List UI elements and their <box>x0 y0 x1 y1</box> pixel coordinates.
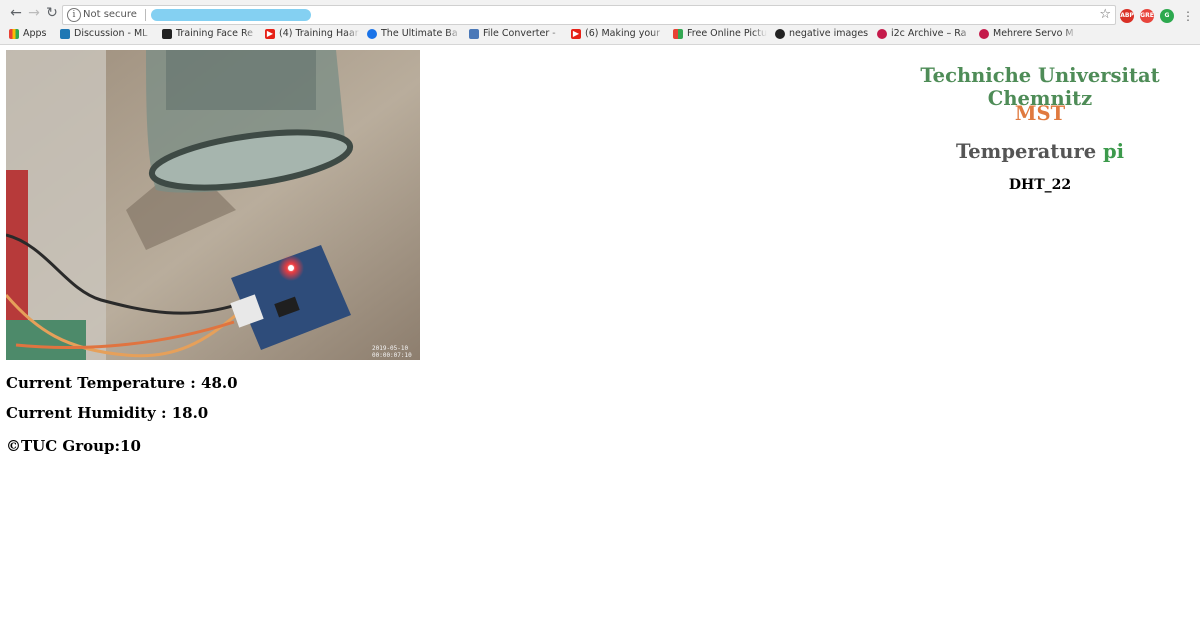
youtube-icon: ▶ <box>265 28 275 39</box>
info-icon[interactable]: i <box>67 8 81 22</box>
adblock-icon[interactable]: ABP <box>1120 9 1134 23</box>
bookmark-item[interactable]: ▶ (4) Training Haar <box>265 26 360 42</box>
camera-feed-image: 2019-05-10 00:00:07:10 <box>6 50 420 360</box>
current-temperature: Current Temperature : 48.0 <box>6 374 238 392</box>
grammarly-icon[interactable]: G <box>1160 9 1174 23</box>
document-icon <box>162 28 172 39</box>
bookmark-item[interactable]: i2c Archive – Ra <box>877 26 973 42</box>
grid-image-icon <box>673 28 683 39</box>
extension-icon[interactable]: GRE <box>1140 9 1154 23</box>
current-humidity: Current Humidity : 18.0 <box>6 404 209 422</box>
bookmark-item[interactable]: The Ultimate Ba <box>367 26 461 42</box>
department-title: MST <box>1014 102 1066 125</box>
bookmark-item[interactable]: negative images <box>775 26 873 42</box>
project-title: Temperature pi <box>880 140 1200 163</box>
youtube-icon: ▶ <box>571 28 581 39</box>
apps-grid-icon <box>9 28 19 39</box>
browser-chrome: ← → ↻ i Not secure ☆ ABP GRE G ⋮ Apps Di… <box>0 0 1200 45</box>
project-title-suffix: pi <box>1102 140 1124 163</box>
bookmark-item[interactable]: Apps <box>9 26 55 42</box>
url-separator <box>145 9 146 21</box>
reload-icon[interactable]: ↻ <box>44 5 60 21</box>
project-title-prefix: Temperature <box>956 140 1097 163</box>
sensor-title: DHT_22 <box>1008 177 1072 193</box>
github-icon <box>775 28 785 39</box>
redacted-url <box>151 9 311 21</box>
raspberry-icon <box>877 28 887 39</box>
footer-copyright: ©TUC Group:10 <box>6 437 141 455</box>
forward-icon[interactable]: → <box>26 5 42 21</box>
bookmark-item[interactable]: ▶ (6) Making your <box>571 26 665 42</box>
globe-icon <box>367 28 377 39</box>
bookmarks-bar: Apps Discussion - ML Training Face Re ▶(… <box>0 26 1200 42</box>
kaggle-icon <box>60 28 70 39</box>
bookmark-item[interactable]: Mehrere Servo M <box>979 26 1077 42</box>
bookmark-item[interactable]: Discussion - ML <box>60 26 154 42</box>
browser-menu-icon[interactable]: ⋮ <box>1182 8 1194 24</box>
bookmark-item[interactable]: Training Face Re <box>162 26 258 42</box>
bookmark-item[interactable]: File Converter - <box>469 26 563 42</box>
camera-timestamp-time: 00:00:07:10 <box>372 352 412 359</box>
camera-timestamp-date: 2019-05-10 <box>372 345 409 352</box>
file-converter-icon <box>469 28 479 39</box>
raspberry-icon <box>979 28 989 39</box>
security-label: Not secure <box>83 9 137 20</box>
back-icon[interactable]: ← <box>8 5 24 21</box>
bookmark-item[interactable]: Free Online Pictu <box>673 26 767 42</box>
address-bar[interactable]: i Not secure ☆ <box>62 5 1116 25</box>
bookmark-star-icon[interactable]: ☆ <box>1099 7 1111 23</box>
navigation-bar: ← → ↻ i Not secure ☆ ABP GRE G ⋮ <box>0 3 1200 25</box>
